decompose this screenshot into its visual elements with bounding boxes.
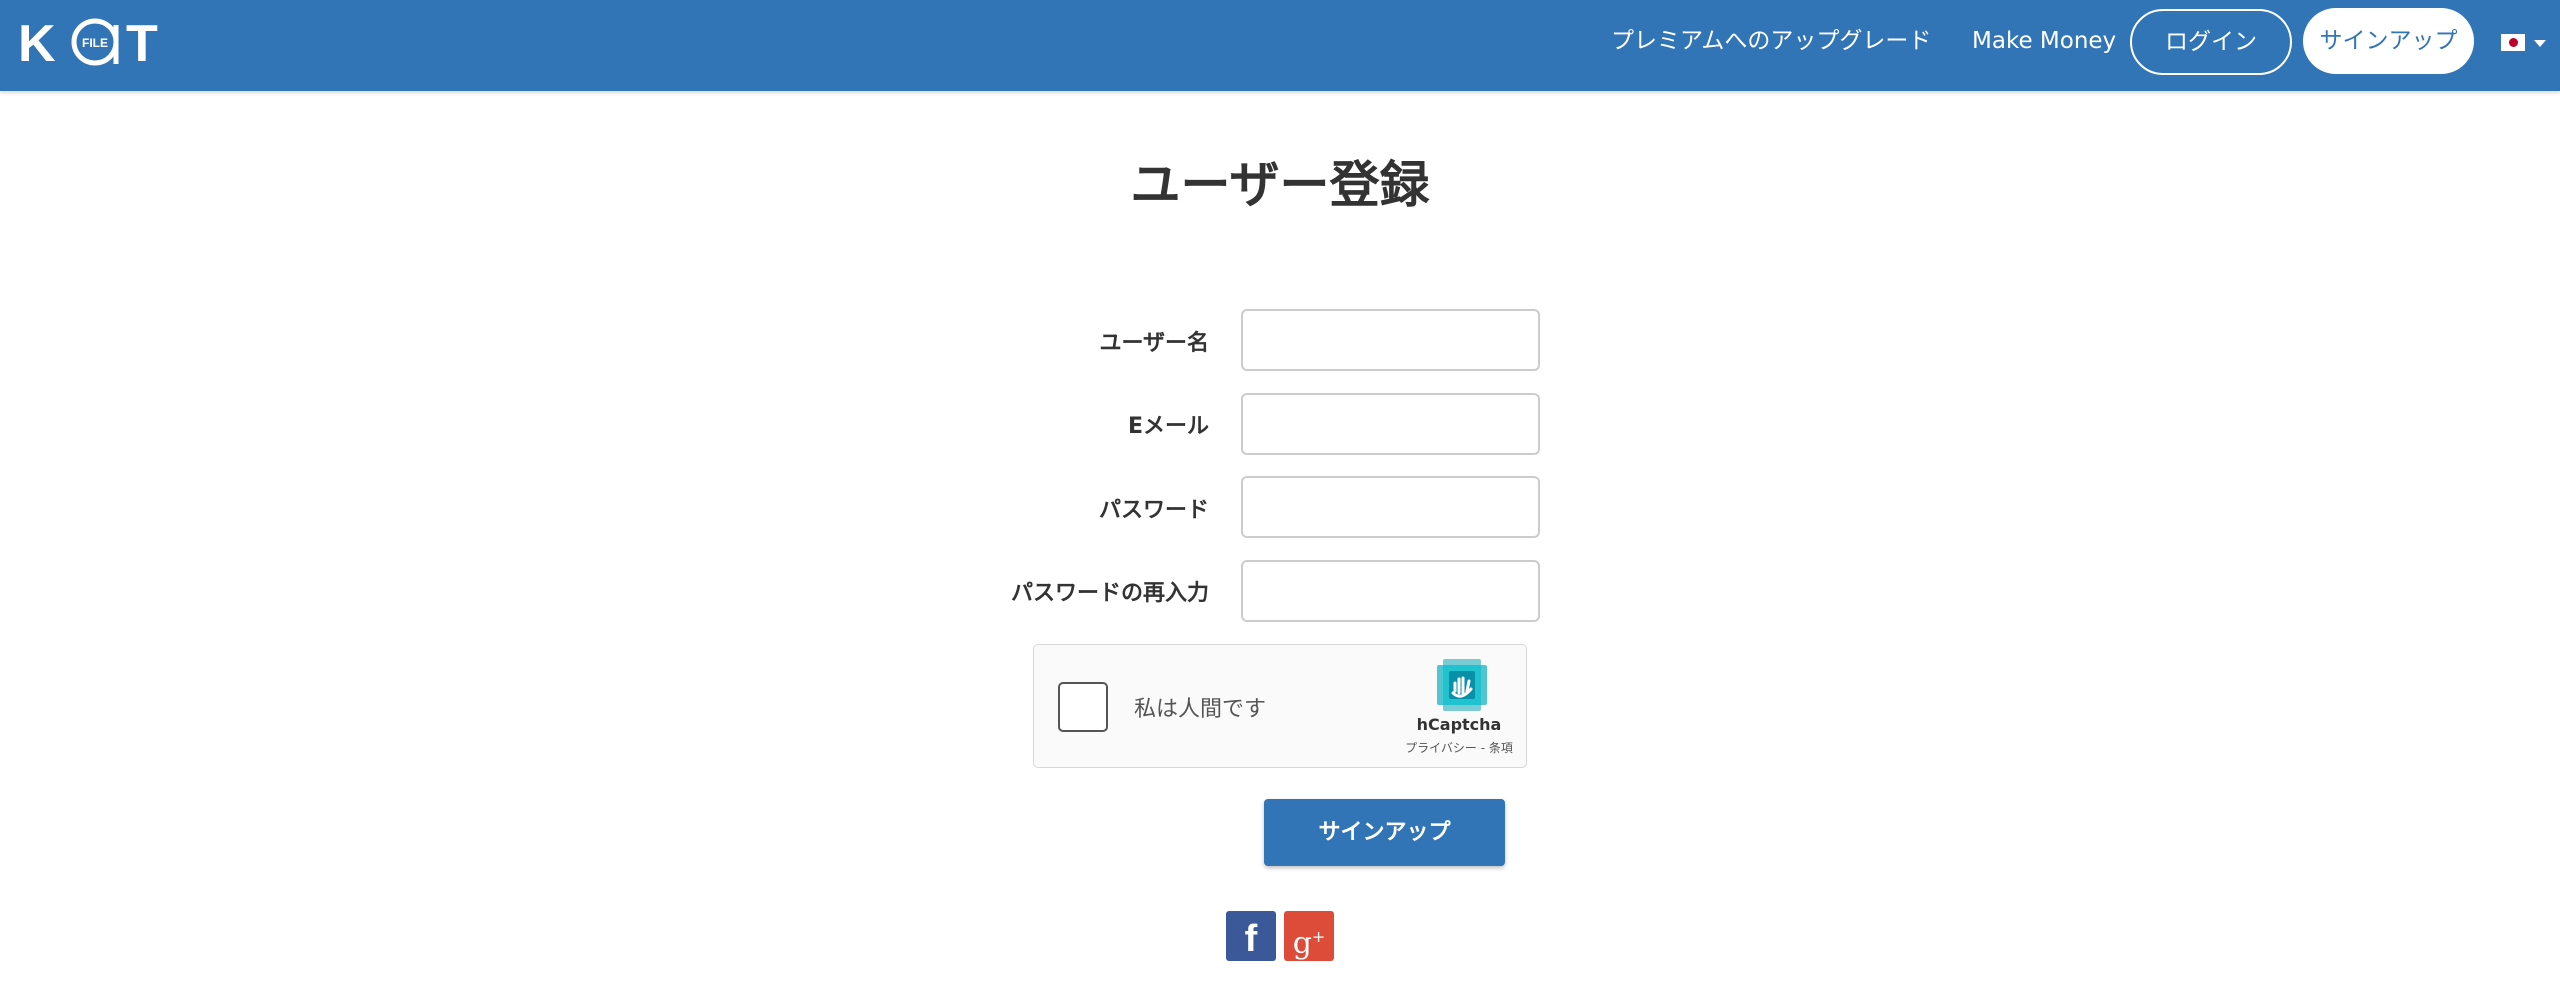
top-navbar: K FILE T プレミアムへのアップグレード Make Money ログイン …: [0, 0, 2560, 91]
username-label: ユーザー名: [1099, 331, 1209, 356]
logo-letter-t: T: [126, 17, 158, 67]
username-input[interactable]: [1241, 309, 1540, 371]
login-button[interactable]: ログイン: [2130, 9, 2292, 75]
facebook-login-button[interactable]: f: [1226, 911, 1276, 961]
page-title: ユーザー登録: [1130, 156, 1430, 214]
password-input[interactable]: [1241, 476, 1540, 538]
signup-submit-button[interactable]: サインアップ: [1264, 799, 1505, 866]
logo-letter-k: K: [18, 17, 56, 67]
captcha-checkbox[interactable]: [1058, 682, 1108, 732]
katfile-logo[interactable]: K FILE T: [18, 15, 168, 73]
google-plus-login-button[interactable]: g+: [1284, 911, 1334, 961]
hcaptcha-brand: hCaptcha: [1416, 715, 1502, 734]
hcaptcha-links[interactable]: プライバシー - 条項: [1384, 739, 1534, 756]
password-label: パスワード: [1098, 498, 1209, 523]
nav-upgrade-link[interactable]: プレミアムへのアップグレード: [1611, 24, 1931, 58]
japan-flag-icon: [2501, 34, 2525, 51]
password-confirm-input[interactable]: [1241, 560, 1540, 622]
email-label: Eメール: [1127, 414, 1209, 439]
caret-down-icon: [2534, 40, 2546, 47]
facebook-icon: f: [1244, 918, 1258, 960]
password-confirm-label: パスワードの再入力: [1010, 581, 1209, 606]
email-input[interactable]: [1241, 393, 1540, 455]
language-selector[interactable]: [2501, 32, 2551, 54]
captcha-label: 私は人間です: [1134, 697, 1267, 722]
nav-signup-button[interactable]: サインアップ: [2303, 8, 2474, 74]
hcaptcha-widget: 私は人間です hCaptcha プライバシー - 条項: [1033, 644, 1527, 768]
nav-make-money-link[interactable]: Make Money: [1972, 24, 2116, 58]
google-plus-icon: g+: [1292, 926, 1326, 961]
hcaptcha-logo-icon: [1433, 657, 1491, 713]
logo-file-text: FILE: [82, 36, 108, 50]
